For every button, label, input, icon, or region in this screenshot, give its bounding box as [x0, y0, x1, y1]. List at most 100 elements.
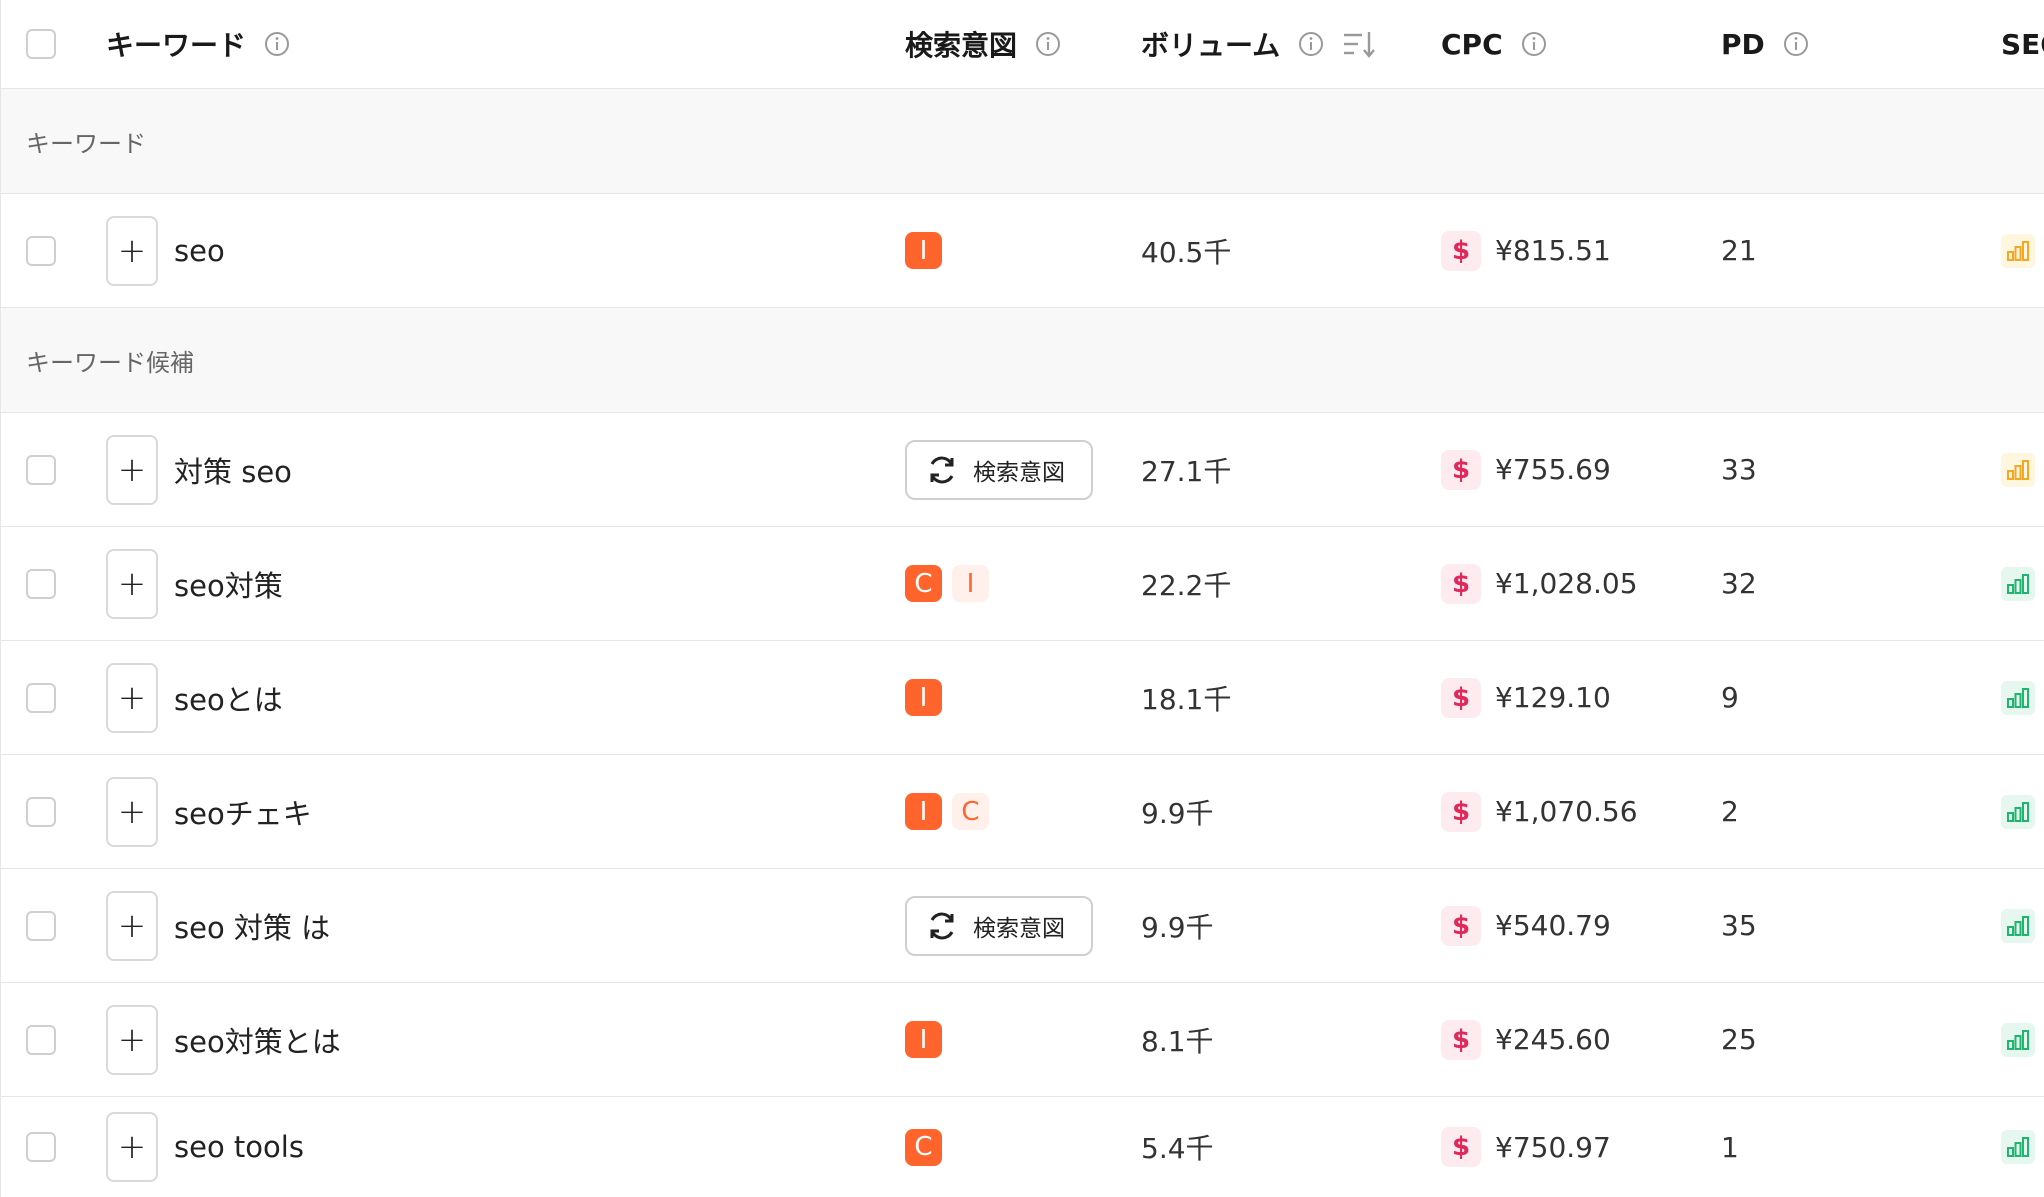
- group-label: キーワード: [26, 129, 146, 158]
- dollar-icon: $: [1441, 449, 1481, 490]
- table-row: + seo 対策 は 検索意図 9.9千 $ ¥540.79 35: [1, 869, 2044, 983]
- intent-badge: I: [905, 793, 942, 830]
- plus-icon: +: [117, 1019, 147, 1060]
- difficulty-bars-icon: [2001, 1130, 2035, 1164]
- keyword-text[interactable]: seoチェキ: [174, 791, 312, 833]
- group-header-candidates: キーワード候補: [1, 308, 2044, 413]
- table-row: + seoチェキ I C 9.9千 $ ¥1,070.56 2: [1, 755, 2044, 869]
- volume-value: 5.4千: [1141, 1132, 1214, 1165]
- info-icon[interactable]: [1298, 31, 1324, 57]
- intent-badge: C: [952, 793, 989, 830]
- volume-value: 27.1千: [1141, 454, 1232, 488]
- refresh-icon: [930, 456, 954, 483]
- volume-value: 22.2千: [1141, 568, 1232, 602]
- dollar-icon: $: [1441, 677, 1481, 718]
- intent-badge: I: [905, 232, 942, 269]
- add-keyword-button[interactable]: +: [106, 1112, 158, 1182]
- keyword-text[interactable]: seo: [174, 234, 225, 268]
- add-keyword-button[interactable]: +: [106, 662, 158, 733]
- cpc-value: ¥755.69: [1495, 453, 1611, 486]
- cpc-value: ¥540.79: [1495, 909, 1611, 942]
- plus-icon: +: [117, 1127, 147, 1167]
- refresh-icon: [930, 912, 954, 939]
- keyword-text[interactable]: seo対策: [174, 563, 283, 605]
- keyword-text[interactable]: seo tools: [174, 1130, 304, 1164]
- keyword-text[interactable]: seo 対策 は: [174, 905, 330, 947]
- intent-badge: C: [905, 1128, 942, 1166]
- row-checkbox[interactable]: [26, 1024, 56, 1055]
- difficulty-bars-icon: [2001, 452, 2035, 487]
- keyword-text[interactable]: 対策 seo: [174, 449, 292, 491]
- add-keyword-button[interactable]: +: [106, 215, 158, 286]
- row-checkbox[interactable]: [26, 682, 56, 713]
- plus-icon: +: [117, 677, 147, 718]
- header-keyword[interactable]: キーワード: [106, 0, 290, 88]
- add-keyword-button[interactable]: +: [106, 1004, 158, 1075]
- header-pd-label: PD: [1721, 27, 1765, 61]
- cpc-value: ¥1,070.56: [1495, 795, 1638, 828]
- add-keyword-button[interactable]: +: [106, 890, 158, 961]
- difficulty-bars-icon: [2001, 680, 2035, 715]
- header-volume-label: ボリューム: [1141, 29, 1281, 62]
- dollar-icon: $: [1441, 1019, 1481, 1060]
- header-cpc[interactable]: CPC: [1441, 0, 1547, 88]
- info-icon[interactable]: [1521, 31, 1547, 57]
- info-icon[interactable]: [264, 31, 290, 57]
- fetch-intent-button[interactable]: 検索意図: [905, 895, 1093, 956]
- pd-value: 25: [1721, 1023, 1757, 1056]
- dollar-icon: $: [1441, 791, 1481, 832]
- keyword-text[interactable]: seoとは: [174, 677, 283, 719]
- group-label: キーワード候補: [26, 348, 194, 377]
- header-volume[interactable]: ボリューム: [1141, 0, 1376, 88]
- cpc-value: ¥245.60: [1495, 1023, 1611, 1056]
- keyword-text[interactable]: seo対策とは: [174, 1019, 341, 1061]
- pd-value: 33: [1721, 453, 1757, 486]
- cpc-value: ¥750.97: [1495, 1130, 1611, 1164]
- header-intent-label: 検索意図: [905, 29, 1018, 62]
- dollar-icon: $: [1441, 230, 1481, 271]
- header-seo-label: SEO: [2001, 27, 2044, 61]
- row-checkbox[interactable]: [26, 1132, 56, 1162]
- info-icon[interactable]: [1035, 31, 1061, 57]
- plus-icon: +: [117, 230, 147, 271]
- dollar-icon: $: [1441, 1127, 1481, 1167]
- row-checkbox[interactable]: [26, 910, 56, 941]
- cpc-value: ¥815.51: [1495, 234, 1611, 267]
- add-keyword-button[interactable]: +: [106, 548, 158, 619]
- intent-badge: I: [905, 1021, 942, 1058]
- select-all-checkbox[interactable]: [26, 29, 56, 59]
- keyword-table: キーワード 検索意図 ボリューム CPC PD SEO キーワード: [0, 0, 2044, 1197]
- pd-value: 21: [1721, 234, 1757, 267]
- intent-badge: C: [905, 565, 942, 602]
- row-checkbox[interactable]: [26, 568, 56, 599]
- plus-icon: +: [117, 905, 147, 946]
- row-checkbox[interactable]: [26, 235, 56, 266]
- pd-value: 1: [1721, 1130, 1739, 1164]
- header-cpc-label: CPC: [1441, 27, 1503, 61]
- pd-value: 9: [1721, 681, 1739, 714]
- difficulty-bars-icon: [2001, 908, 2035, 943]
- group-header-keyword: キーワード: [1, 89, 2044, 194]
- fetch-intent-label: 検索意図: [973, 459, 1065, 486]
- add-keyword-button[interactable]: +: [106, 776, 158, 847]
- table-row: + seo対策とは I 8.1千 $ ¥245.60 25: [1, 983, 2044, 1097]
- pd-value: 2: [1721, 795, 1739, 828]
- cpc-value: ¥1,028.05: [1495, 567, 1638, 600]
- fetch-intent-button[interactable]: 検索意図: [905, 439, 1093, 500]
- volume-value: 9.9千: [1141, 910, 1214, 944]
- header-intent[interactable]: 検索意図: [905, 0, 1061, 88]
- row-checkbox[interactable]: [26, 454, 56, 485]
- dollar-icon: $: [1441, 563, 1481, 604]
- header-pd[interactable]: PD: [1721, 0, 1809, 88]
- info-icon[interactable]: [1783, 31, 1809, 57]
- difficulty-bars-icon: [2001, 233, 2035, 268]
- table-row: + seo tools C 5.4千 $ ¥750.97 1: [1, 1097, 2044, 1197]
- intent-badge: I: [905, 679, 942, 716]
- difficulty-bars-icon: [2001, 566, 2035, 601]
- volume-value: 40.5千: [1141, 235, 1232, 269]
- header-seo[interactable]: SEO: [2001, 0, 2044, 88]
- row-checkbox[interactable]: [26, 796, 56, 827]
- table-row: + seoとは I 18.1千 $ ¥129.10 9: [1, 641, 2044, 755]
- add-keyword-button[interactable]: +: [106, 434, 158, 505]
- sort-descending-icon[interactable]: [1342, 29, 1376, 59]
